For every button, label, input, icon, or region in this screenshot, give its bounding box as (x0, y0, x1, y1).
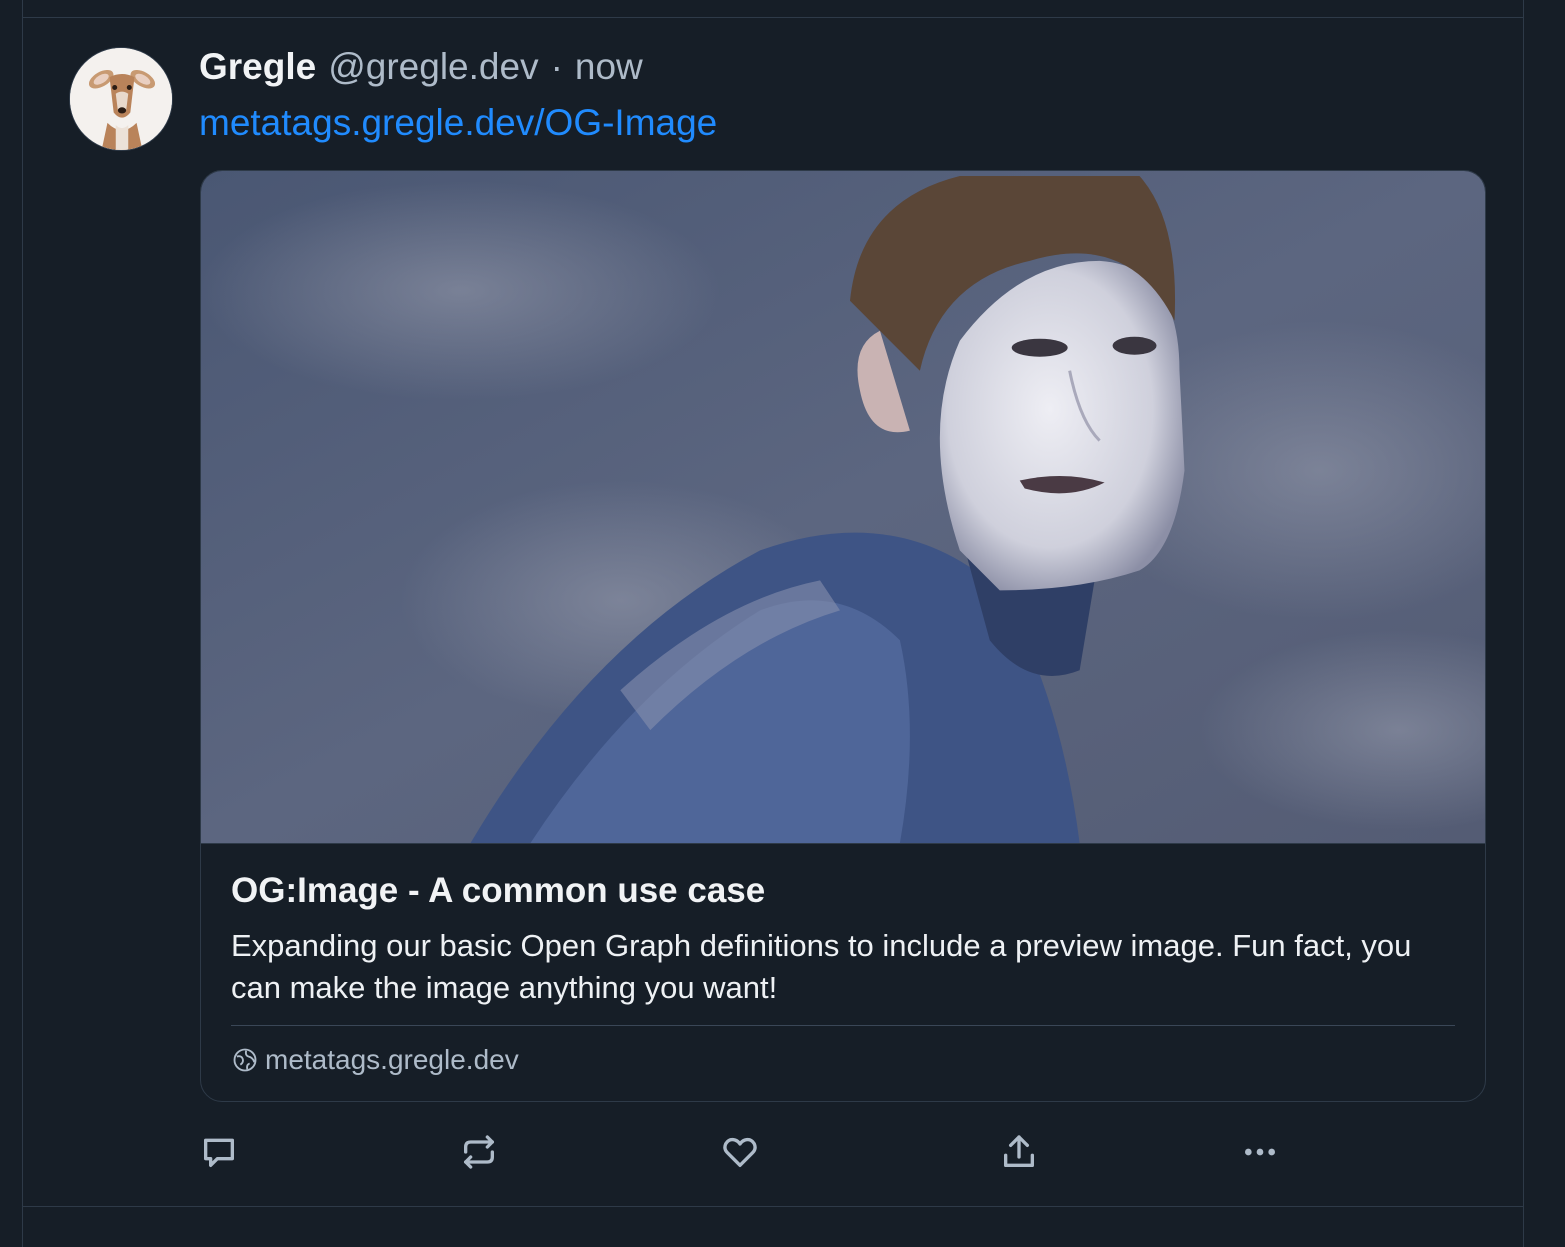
post-link[interactable]: metatags.gregle.dev/OG-Image (199, 102, 717, 144)
feed-column: Gregle @gregle.dev · now metatags.gregle… (22, 0, 1524, 1247)
deer-avatar-icon (70, 48, 172, 150)
share-button[interactable] (997, 1130, 1041, 1174)
top-divider (23, 17, 1523, 18)
ellipsis-icon (1245, 1148, 1275, 1156)
card-description: Expanding our basic Open Graph definitio… (231, 928, 1412, 1005)
link-preview-card[interactable]: OG:Image - A common use case Expanding o… (200, 170, 1486, 1102)
post-actions-bar (23, 1130, 1523, 1174)
bottom-divider (23, 1206, 1523, 1207)
heart-icon (723, 1137, 757, 1167)
like-button[interactable] (718, 1130, 762, 1174)
more-options-button[interactable] (1238, 1130, 1282, 1174)
preview-photo-icon (201, 171, 1485, 843)
comment-icon (204, 1138, 234, 1167)
repost-button[interactable] (457, 1130, 501, 1174)
header-separator: · (550, 46, 563, 87)
card-preview-image (201, 171, 1485, 844)
author-avatar[interactable] (69, 47, 173, 151)
reply-button[interactable] (197, 1130, 241, 1174)
card-domain-row: metatags.gregle.dev (231, 1044, 519, 1076)
card-title: OG:Image - A common use case (231, 871, 766, 910)
author-name[interactable]: Gregle (199, 46, 316, 88)
share-icon (1004, 1135, 1034, 1167)
post-header: Gregle @gregle.dev · now (199, 46, 643, 90)
repost-icon (464, 1135, 494, 1169)
globe-icon (233, 1048, 257, 1072)
post-timestamp[interactable]: now (575, 46, 643, 88)
card-domain: metatags.gregle.dev (265, 1044, 519, 1075)
card-divider (231, 1025, 1455, 1026)
author-handle[interactable]: @gregle.dev (328, 46, 538, 88)
